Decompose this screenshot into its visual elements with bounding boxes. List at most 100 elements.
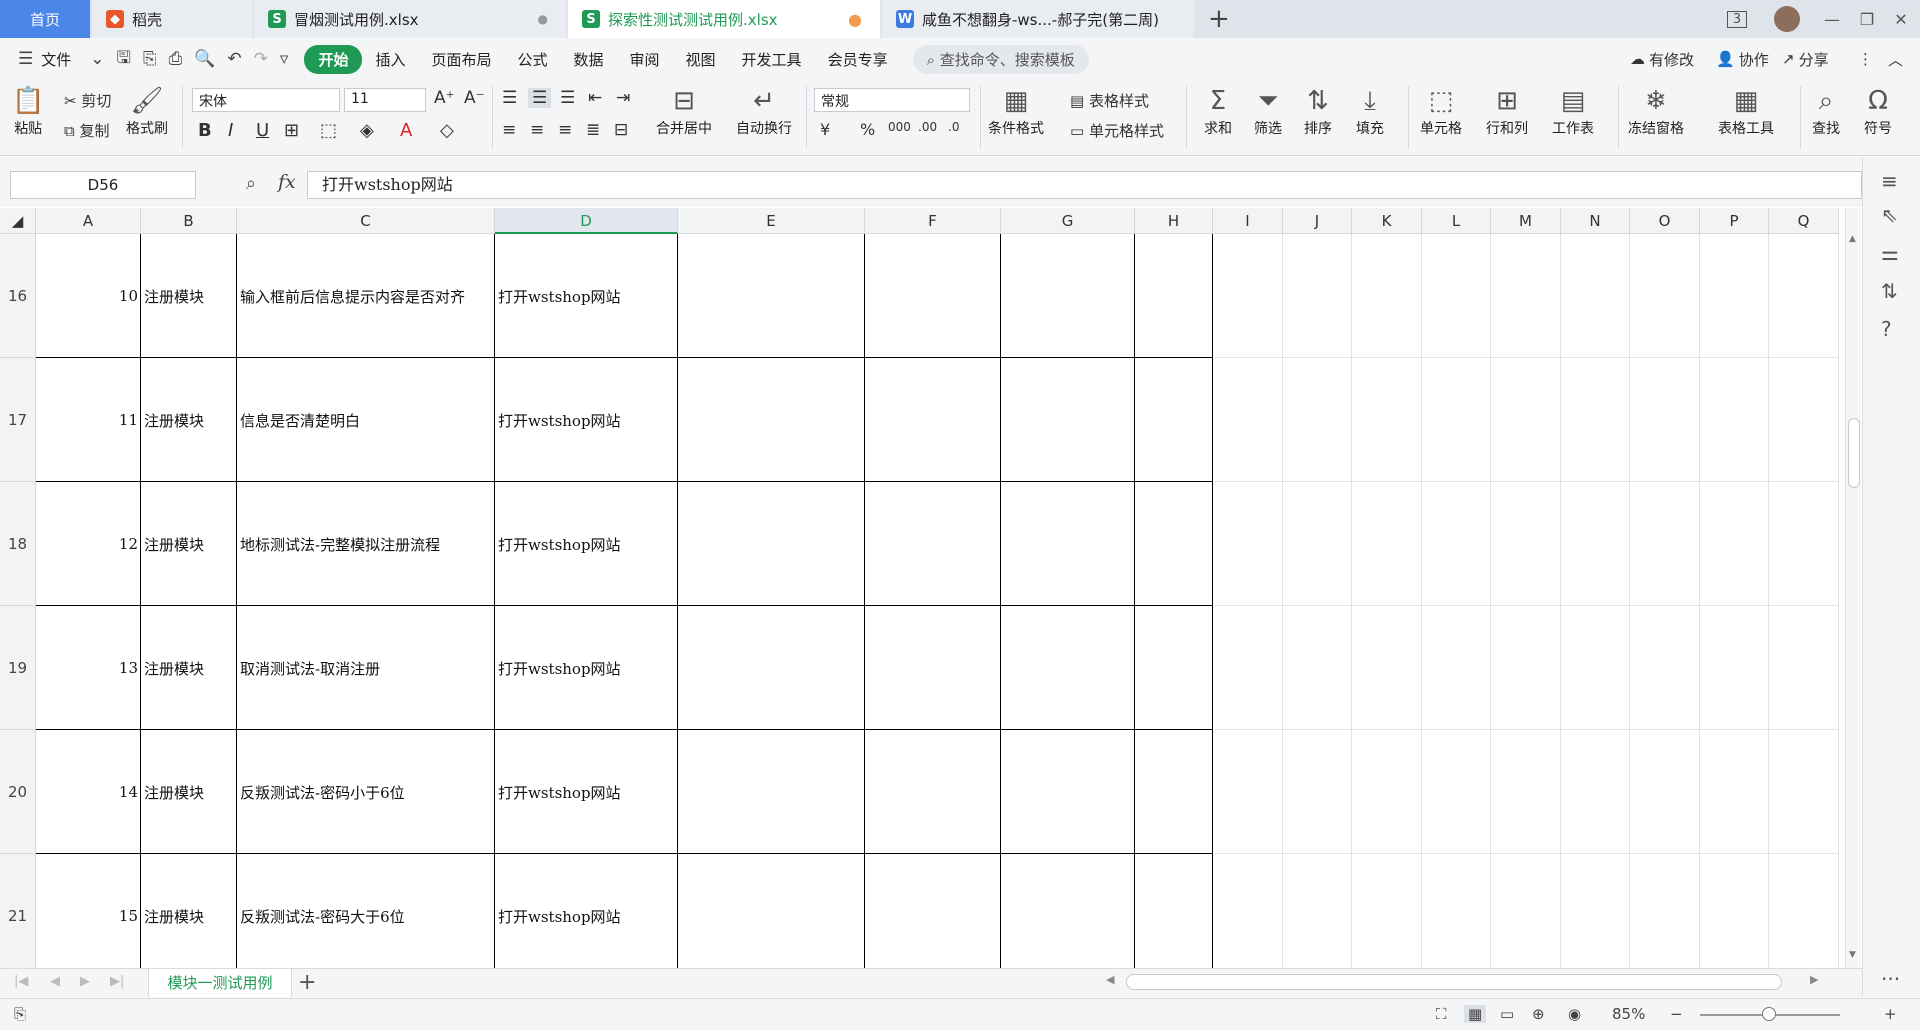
tab-document[interactable]: W 咸鱼不想翻身-ws...-郝子完(第二周) bbox=[882, 0, 1194, 38]
chevron-down-icon[interactable]: ⌄ bbox=[84, 49, 110, 69]
align-right-icon[interactable]: ≡ bbox=[558, 120, 572, 140]
undo-icon[interactable]: ↶ bbox=[221, 49, 247, 69]
cell-c17[interactable]: 信息是否清楚明白 bbox=[240, 358, 492, 482]
cell-c18[interactable]: 地标测试法-完整模拟注册流程 bbox=[240, 482, 492, 606]
cell-b17[interactable]: 注册模块 bbox=[144, 358, 234, 482]
restore-icon[interactable]: ❐ bbox=[1850, 0, 1884, 38]
last-sheet-icon[interactable]: ▶| bbox=[110, 974, 124, 989]
name-box[interactable]: D56 bbox=[10, 171, 196, 199]
cell-b20[interactable]: 注册模块 bbox=[144, 730, 234, 854]
sheet-tab-module1[interactable]: 模块一测试用例 bbox=[148, 969, 292, 997]
menu-file[interactable]: 文件 bbox=[39, 49, 84, 70]
cell-d19[interactable]: 打开wstshop网站 bbox=[498, 606, 675, 730]
command-search[interactable]: ⌕ 查找命令、搜索模板 bbox=[912, 44, 1089, 74]
tab-smoke-test[interactable]: S 冒烟测试用例.xlsx ● bbox=[254, 0, 566, 38]
sum-button[interactable]: Σ 求和 bbox=[1204, 86, 1232, 138]
indent-increase-icon[interactable]: ⇥ bbox=[616, 88, 630, 108]
wrap-text-button[interactable]: ↵ 自动换行 bbox=[736, 86, 792, 138]
normal-view-icon[interactable]: ▦ bbox=[1464, 1005, 1487, 1023]
column-header-b[interactable]: B bbox=[141, 208, 237, 234]
worksheet-button[interactable]: ▤ 工作表 bbox=[1552, 86, 1594, 138]
menu-review[interactable]: 审阅 bbox=[617, 49, 673, 70]
cell-format-icon[interactable]: ⬚ bbox=[320, 120, 337, 141]
save-icon[interactable]: 🖫 bbox=[111, 45, 137, 74]
print-icon[interactable]: ⎙ bbox=[163, 49, 189, 69]
row-header[interactable]: 17 bbox=[0, 358, 36, 482]
menu-view[interactable]: 视图 bbox=[673, 49, 729, 70]
decrease-decimal-icon[interactable]: .0 bbox=[948, 120, 959, 134]
close-icon[interactable]: ✕ bbox=[1884, 0, 1918, 38]
table-style-button[interactable]: ▤ 表格样式 bbox=[1070, 90, 1149, 111]
macro-record-icon[interactable]: ⎘ bbox=[14, 1005, 26, 1023]
select-all-corner[interactable]: ◢ bbox=[0, 208, 36, 234]
filter-button[interactable]: ⏷ 筛选 bbox=[1254, 86, 1282, 138]
increase-font-icon[interactable]: A⁺ bbox=[434, 88, 455, 108]
vertical-scrollbar[interactable]: ▲ ▼ bbox=[1845, 208, 1861, 968]
transfer-icon[interactable]: ⇅ bbox=[1881, 279, 1898, 303]
currency-icon[interactable]: ¥ bbox=[820, 120, 830, 139]
cell-b19[interactable]: 注册模块 bbox=[144, 606, 234, 730]
align-center-icon[interactable]: ≡ bbox=[530, 120, 544, 140]
cell-style-button[interactable]: ▭ 单元格样式 bbox=[1070, 120, 1164, 141]
cell-c16[interactable]: 输入框前后信息提示内容是否对齐 bbox=[240, 234, 492, 358]
more-dots-icon[interactable]: ··· bbox=[1881, 967, 1900, 991]
zoom-out-icon[interactable]: − bbox=[1670, 1005, 1683, 1023]
scroll-thumb[interactable] bbox=[1848, 418, 1860, 488]
column-header-o[interactable]: O bbox=[1630, 208, 1700, 234]
cell-a16[interactable]: 10 bbox=[39, 234, 138, 358]
row-header[interactable]: 19 bbox=[0, 606, 36, 730]
eye-protection-icon[interactable]: ◉ bbox=[1568, 1005, 1581, 1023]
cell-c20[interactable]: 反叛测试法-密码小于6位 bbox=[240, 730, 492, 854]
export-icon[interactable]: ⎘ bbox=[137, 49, 163, 69]
add-sheet-icon[interactable]: + bbox=[298, 970, 316, 995]
bold-icon[interactable]: B bbox=[198, 120, 212, 141]
zoom-slider-thumb[interactable] bbox=[1762, 1007, 1776, 1021]
menu-member[interactable]: 会员专享 bbox=[815, 49, 901, 70]
row-header[interactable]: 18 bbox=[0, 482, 36, 606]
tab-home[interactable]: 首页 bbox=[0, 0, 90, 38]
menu-insert[interactable]: 插入 bbox=[362, 49, 418, 70]
hamburger-icon[interactable]: ☰ bbox=[12, 49, 39, 69]
modified-button[interactable]: ☁ 有修改 bbox=[1630, 38, 1694, 80]
print-preview-icon[interactable]: 🔍 bbox=[188, 49, 221, 69]
column-header-g[interactable]: G bbox=[1001, 208, 1135, 234]
cell-a21[interactable]: 15 bbox=[39, 854, 138, 968]
more-icon[interactable]: ⋮ bbox=[1858, 38, 1873, 80]
align-middle-icon[interactable]: ☰ bbox=[528, 88, 552, 108]
column-header-c[interactable]: C bbox=[237, 208, 495, 234]
menu-formula[interactable]: 公式 bbox=[504, 49, 560, 70]
scroll-down-icon[interactable]: ▼ bbox=[1849, 950, 1856, 960]
page-count[interactable]: 3 bbox=[1720, 0, 1754, 38]
redo-icon[interactable]: ↷ bbox=[248, 49, 274, 69]
scroll-left-icon[interactable]: ◀ bbox=[1106, 973, 1114, 986]
table-tools-button[interactable]: ▦ 表格工具 bbox=[1718, 86, 1774, 138]
first-sheet-icon[interactable]: |◀ bbox=[14, 974, 28, 989]
prev-sheet-icon[interactable]: ◀ bbox=[50, 974, 60, 989]
percent-icon[interactable]: % bbox=[860, 120, 875, 139]
collaborate-button[interactable]: 👤 协作 bbox=[1716, 38, 1769, 80]
menu-lines-icon[interactable]: ≡ bbox=[1881, 169, 1898, 193]
cell-c19[interactable]: 取消测试法-取消注册 bbox=[240, 606, 492, 730]
page-break-view-icon[interactable]: ⊕ bbox=[1532, 1005, 1545, 1023]
column-header-h[interactable]: H bbox=[1135, 208, 1213, 234]
cell-a18[interactable]: 12 bbox=[39, 482, 138, 606]
font-size-select[interactable]: 11 bbox=[344, 88, 426, 112]
row-header[interactable]: 21 bbox=[0, 854, 36, 968]
cell-d20[interactable]: 打开wstshop网站 bbox=[498, 730, 675, 854]
cell-a19[interactable]: 13 bbox=[39, 606, 138, 730]
symbol-button[interactable]: Ω 符号 bbox=[1864, 86, 1892, 138]
clear-icon[interactable]: ◇ bbox=[440, 120, 454, 141]
formula-input[interactable]: 打开wstshop网站 bbox=[307, 171, 1862, 199]
cell-d18[interactable]: 打开wstshop网站 bbox=[498, 482, 675, 606]
paste-button[interactable]: 📋 粘贴 bbox=[12, 86, 44, 138]
tab-daoke[interactable]: ◆ 稻壳 bbox=[92, 0, 252, 38]
border-icon[interactable]: ⊞ bbox=[284, 120, 299, 141]
horizontal-scrollbar[interactable] bbox=[1126, 974, 1782, 990]
number-format-select[interactable]: 常规 bbox=[814, 88, 970, 112]
merge-center-button[interactable]: ⊟ 合并居中 bbox=[656, 86, 712, 138]
cell-b16[interactable]: 注册模块 bbox=[144, 234, 234, 358]
row-header[interactable]: 16 bbox=[0, 234, 36, 358]
fill-color-icon[interactable]: ◈ bbox=[360, 120, 374, 141]
justify-icon[interactable]: ≣ bbox=[586, 120, 600, 140]
underline-icon[interactable]: U bbox=[256, 120, 269, 141]
